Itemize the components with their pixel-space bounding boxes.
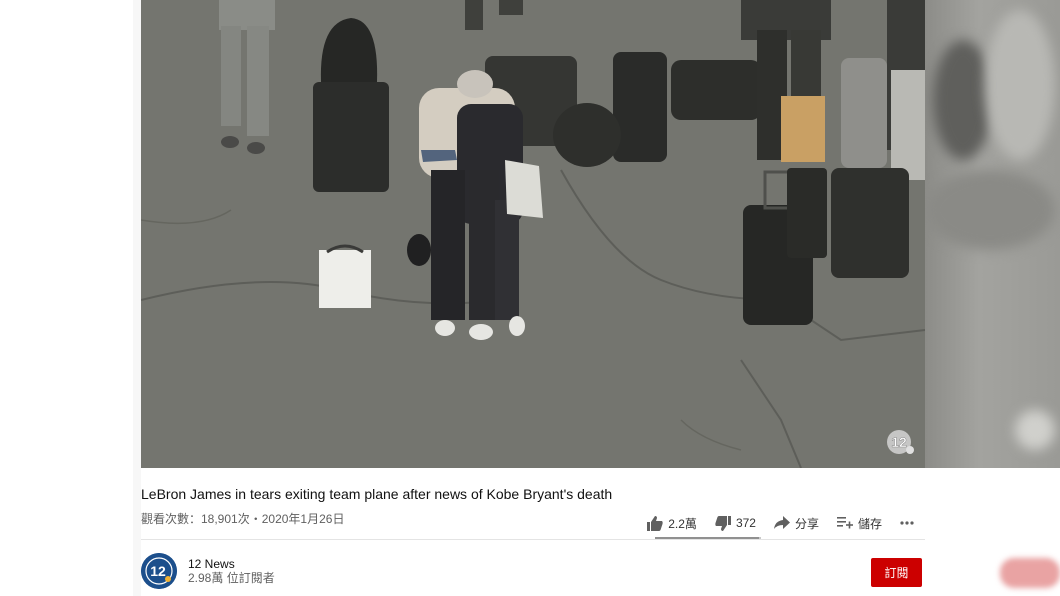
more-icon: [900, 521, 914, 525]
dislike-count: 372: [735, 516, 756, 530]
channel-avatar[interactable]: 12: [141, 553, 177, 589]
channel-text: 12 News 2.98萬 位訂閱者: [188, 557, 275, 585]
save-playlist-icon: [836, 517, 853, 529]
action-bar: 2.2萬 372 分享 儲存: [629, 510, 925, 536]
thumb-up-icon: [647, 515, 663, 531]
channel-row: 12 12 News 2.98萬 位訂閱者: [141, 552, 275, 590]
divider: [141, 539, 925, 540]
video-meta: 觀看次數：18,901次・2020年1月26日: [141, 510, 344, 527]
share-label: 分享: [794, 516, 819, 531]
meta-separator: ・: [249, 512, 262, 526]
dislike-button[interactable]: 372: [715, 515, 756, 531]
share-button[interactable]: 分享: [773, 515, 819, 532]
save-button[interactable]: 儲存: [836, 515, 882, 532]
youtube-watch-page: 12 LeBron James in tears exiting team pl…: [0, 0, 1060, 596]
like-button[interactable]: 2.2萬: [647, 515, 697, 532]
subscribe-button[interactable]: 訂閱: [871, 558, 922, 587]
share-icon: [773, 516, 790, 529]
left-gutter: [0, 0, 133, 596]
channel-logo-icon: 12: [141, 553, 177, 589]
view-count: 觀看次數：18,901次: [141, 512, 250, 526]
video-player[interactable]: 12: [141, 0, 925, 468]
channel-name[interactable]: 12 News: [188, 557, 275, 571]
left-strip: [133, 0, 141, 596]
subscriber-count: 2.98萬 位訂閱者: [188, 571, 275, 585]
more-actions-button[interactable]: [900, 521, 919, 525]
svg-text:12: 12: [891, 434, 907, 450]
video-title: LeBron James in tears exiting team plane…: [141, 486, 613, 502]
video-info: LeBron James in tears exiting team plane…: [141, 468, 925, 596]
video-frame: [141, 0, 925, 468]
like-count: 2.2萬: [668, 516, 697, 531]
svg-text:12: 12: [150, 563, 166, 579]
blurred-background-right: [925, 0, 1060, 468]
blurred-button-right: [1000, 558, 1060, 588]
save-label: 儲存: [857, 516, 882, 531]
channel-watermark-icon: 12: [887, 430, 914, 454]
thumb-down-icon: [715, 515, 731, 531]
upload-date: 2020年1月26日: [261, 512, 345, 526]
